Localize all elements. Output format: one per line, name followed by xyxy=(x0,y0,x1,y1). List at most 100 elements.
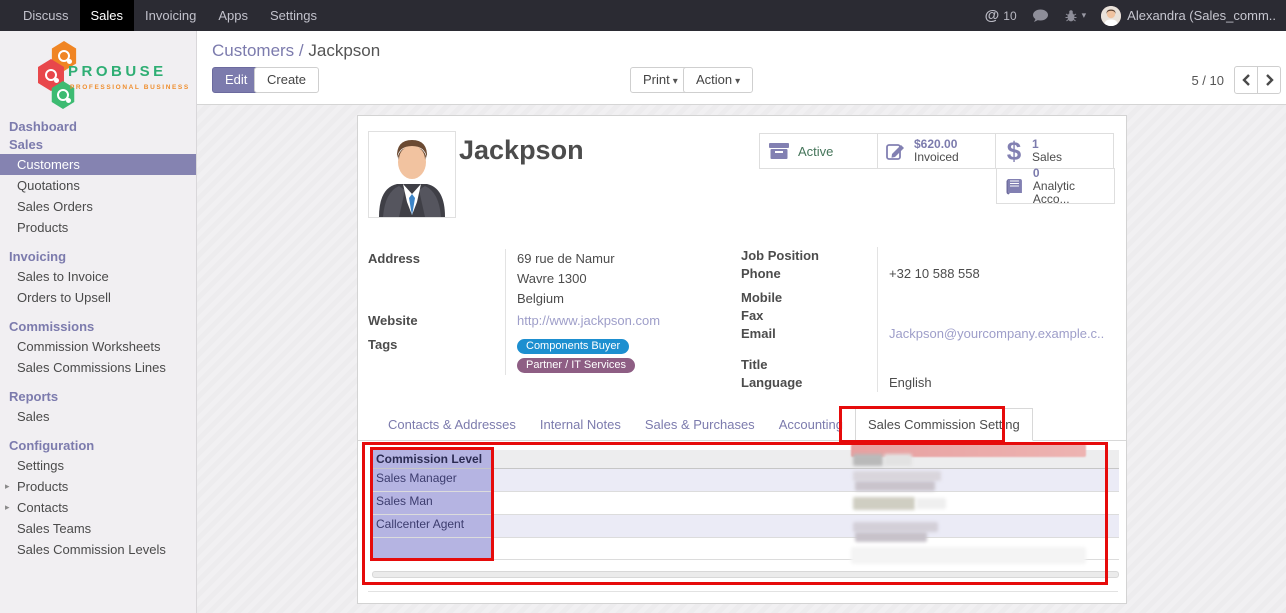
expand-arrow-icon[interactable]: ▸ xyxy=(5,497,10,518)
fax-label: Fax xyxy=(741,307,877,325)
tab-accounting[interactable]: Accounting xyxy=(767,409,855,440)
print-dropdown-button[interactable]: Print▾ xyxy=(630,67,691,93)
sidebar-section-invoicing[interactable]: Invoicing xyxy=(0,248,196,266)
commission-level-cell[interactable]: Callcenter Agent xyxy=(372,515,494,537)
action-label: Action xyxy=(696,72,732,87)
action-dropdown-button[interactable]: Action▾ xyxy=(683,67,753,93)
sidebar-nav: Dashboard Sales Customers Quotations Sal… xyxy=(0,118,196,560)
table-row[interactable]: Sales Man xyxy=(372,492,1119,515)
menu-settings[interactable]: Settings xyxy=(259,0,328,31)
sidebar-item-dashboard[interactable]: Dashboard xyxy=(0,118,196,136)
sidebar-item-config-products[interactable]: ▸ Products xyxy=(0,476,196,497)
sidebar-item-sales-teams[interactable]: Sales Teams xyxy=(0,518,196,539)
sidebar-section-reports[interactable]: Reports xyxy=(0,388,196,406)
address-country: Belgium xyxy=(517,289,706,311)
sidebar-item-sales-to-invoice[interactable]: Sales to Invoice xyxy=(0,266,196,287)
pager-previous-button[interactable] xyxy=(1234,66,1258,94)
menu-apps[interactable]: Apps xyxy=(207,0,259,31)
job-position-label: Job Position xyxy=(741,247,877,265)
mention-count: 10 xyxy=(1003,9,1016,23)
logo-subtitle: PROFESSIONAL BUSINESS xyxy=(70,84,190,91)
tag-partner-it-services[interactable]: Partner / IT Services xyxy=(517,358,635,373)
stat-buttons: Active $620.00 Invoiced $ xyxy=(759,133,1115,204)
email-label: Email xyxy=(741,325,877,350)
sidebar-section-commissions[interactable]: Commissions xyxy=(0,318,196,336)
chevron-down-icon: ▾ xyxy=(673,76,678,87)
analytic-label: Analytic Acco... xyxy=(1033,180,1114,206)
sidebar-item-sales-commissions-lines[interactable]: Sales Commissions Lines xyxy=(0,357,196,378)
commission-table: Commission Level Sales Manager Sales Man… xyxy=(372,450,1119,560)
user-menu[interactable]: Alexandra (Sales_comm.. xyxy=(1101,6,1276,26)
email-link[interactable]: Jackpson@yourcompany.example.c.. xyxy=(889,326,1104,341)
bug-icon xyxy=(1064,9,1078,23)
address-city: Wavre 1300 xyxy=(517,269,706,289)
expand-arrow-icon[interactable]: ▸ xyxy=(5,476,10,497)
analytic-accounts-stat-button[interactable]: 0 Analytic Acco... xyxy=(996,168,1115,204)
customer-form-sheet: Jackpson Active xyxy=(357,115,1127,604)
breadcrumb-customers[interactable]: Customers xyxy=(212,41,294,60)
user-avatar xyxy=(1101,6,1121,26)
sidebar-section-configuration[interactable]: Configuration xyxy=(0,437,196,455)
sidebar-item-orders-to-upsell[interactable]: Orders to Upsell xyxy=(0,287,196,308)
website-link[interactable]: http://www.jackpson.com xyxy=(517,313,660,328)
content-background: Jackpson Active xyxy=(197,105,1286,613)
redacted-cell xyxy=(851,547,1086,564)
debug-menu[interactable]: ▾ xyxy=(1064,9,1087,23)
breadcrumb: Customers / Jackpson xyxy=(212,41,380,61)
invoiced-label: Invoiced xyxy=(914,151,959,164)
sidebar-item-commission-worksheets[interactable]: Commission Worksheets xyxy=(0,336,196,357)
main-area: Customers / Jackpson Edit Create Print▾ … xyxy=(197,31,1286,613)
sales-stat-button[interactable]: $ 1 Sales xyxy=(995,133,1114,169)
table-row[interactable]: Callcenter Agent xyxy=(372,515,1119,538)
active-archive-button[interactable]: Active xyxy=(759,133,878,169)
mentions-counter[interactable]: @ 10 xyxy=(985,7,1017,24)
sidebar-item-products[interactable]: Products xyxy=(0,217,196,238)
commission-level-cell[interactable]: Sales Manager xyxy=(372,469,494,491)
notebook-tabs: Contacts & Addresses Internal Notes Sale… xyxy=(358,407,1126,441)
tab-sales-commission-setting[interactable]: Sales Commission Setting xyxy=(855,408,1033,441)
sidebar-item-label: Products xyxy=(17,479,68,494)
tab-contacts-addresses[interactable]: Contacts & Addresses xyxy=(376,409,528,440)
sales-label: Sales xyxy=(1032,151,1062,164)
active-label: Active xyxy=(798,145,833,158)
sidebar-item-reports-sales[interactable]: Sales xyxy=(0,406,196,427)
book-icon xyxy=(1005,177,1025,195)
probuse-logo: PROBUSE PROFESSIONAL BUSINESS xyxy=(0,39,197,111)
sidebar-item-config-contacts[interactable]: ▸Contacts xyxy=(0,497,196,518)
menu-discuss[interactable]: Discuss xyxy=(12,0,80,31)
sidebar-section-sales[interactable]: Sales xyxy=(0,136,196,154)
tags-label: Tags xyxy=(368,335,505,355)
redacted-cell xyxy=(853,522,938,532)
chevron-down-icon: ▾ xyxy=(735,76,740,87)
redacted-cell xyxy=(853,471,941,481)
phone-label: Phone xyxy=(741,265,877,286)
chat-button[interactable] xyxy=(1032,9,1049,23)
chevron-right-icon xyxy=(1265,74,1274,86)
tab-internal-notes[interactable]: Internal Notes xyxy=(528,409,633,440)
customer-photo[interactable] xyxy=(368,131,456,218)
tab-sales-purchases[interactable]: Sales & Purchases xyxy=(633,409,767,440)
address-street: 69 rue de Namur xyxy=(517,249,706,269)
redacted-cell xyxy=(853,497,915,510)
mobile-value xyxy=(889,289,1119,307)
sidebar-item-customers[interactable]: Customers xyxy=(0,154,196,175)
commission-level-header[interactable]: Commission Level xyxy=(372,450,494,468)
chevron-down-icon: ▾ xyxy=(1082,10,1087,21)
table-row[interactable]: Sales Manager xyxy=(372,469,1119,492)
tag-components-buyer[interactable]: Components Buyer xyxy=(517,339,629,354)
menu-sales[interactable]: Sales xyxy=(80,0,135,31)
sidebar-item-config-settings[interactable]: Settings xyxy=(0,455,196,476)
invoiced-stat-button[interactable]: $620.00 Invoiced xyxy=(877,133,996,169)
pager-next-button[interactable] xyxy=(1257,66,1281,94)
logo-title: PROBUSE xyxy=(68,63,167,80)
sidebar-item-sales-orders[interactable]: Sales Orders xyxy=(0,196,196,217)
sidebar-item-sales-commission-levels[interactable]: Sales Commission Levels xyxy=(0,539,196,560)
right-field-group: Job Position Phone Mobile Fax Email Titl… xyxy=(741,247,1119,392)
sidebar-item-quotations[interactable]: Quotations xyxy=(0,175,196,196)
menu-invoicing[interactable]: Invoicing xyxy=(134,0,207,31)
left-field-group: Address Website Tags 69 rue de Namur Wav… xyxy=(368,249,706,375)
horizontal-scrollbar[interactable] xyxy=(372,571,1119,578)
commission-level-cell[interactable]: Sales Man xyxy=(372,492,494,514)
create-button[interactable]: Create xyxy=(254,67,319,93)
redacted-cell xyxy=(916,498,946,509)
